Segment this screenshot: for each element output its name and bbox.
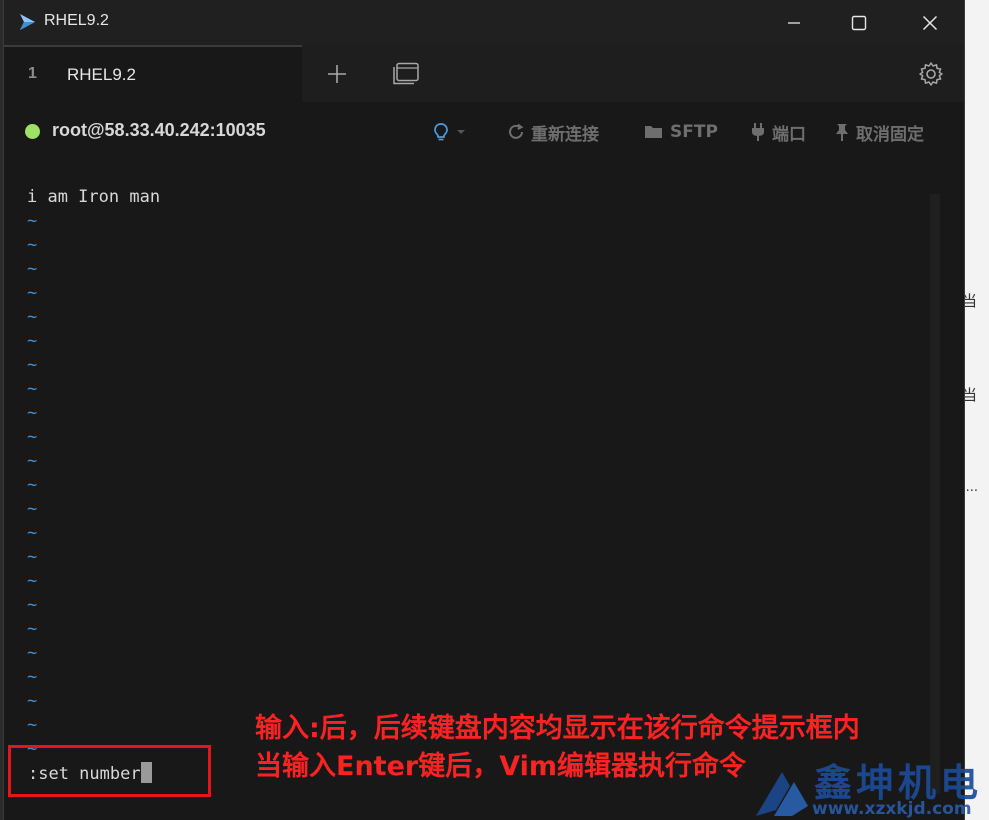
empty-line-tilde: ~ xyxy=(27,403,38,423)
tab-index: 1 xyxy=(28,65,37,82)
terminal-window: RHEL9.2 1 RHEL9.2 root@58.33.40.242:1003… xyxy=(3,0,965,820)
sftp-label: SFTP xyxy=(670,122,718,142)
unpin-button[interactable]: 取消固定 xyxy=(834,120,924,145)
maximize-icon xyxy=(851,15,867,31)
windows-button[interactable] xyxy=(391,59,421,89)
empty-line-tilde: ~ xyxy=(27,715,38,735)
app-logo-icon xyxy=(20,14,35,30)
empty-line-tilde: ~ xyxy=(27,547,38,567)
close-icon xyxy=(922,15,938,31)
plus-icon xyxy=(328,65,346,83)
maximize-button[interactable] xyxy=(844,8,874,38)
watermark: 鑫坤机电 www.xzxkjd.com xyxy=(752,750,989,820)
port-button[interactable]: 端口 xyxy=(750,120,806,145)
file-content-line: i am Iron man xyxy=(27,187,161,207)
port-label: 端口 xyxy=(772,124,806,145)
empty-line-tilde: ~ xyxy=(27,451,38,471)
empty-line-tilde: ~ xyxy=(27,427,38,447)
unpin-label: 取消固定 xyxy=(856,124,924,145)
tips-button[interactable] xyxy=(432,120,466,144)
windows-icon xyxy=(393,62,419,85)
connection-bar: root@58.33.40.242:10035 重新连接 SFTP 端口 取消固… xyxy=(4,102,964,162)
reconnect-button[interactable]: 重新连接 xyxy=(507,120,599,145)
empty-line-tilde: ~ xyxy=(27,307,38,327)
lightbulb-icon xyxy=(434,123,448,141)
tab-label: RHEL9.2 xyxy=(67,65,136,84)
empty-line-tilde: ~ xyxy=(27,379,38,399)
empty-line-tilde: ~ xyxy=(27,283,38,303)
watermark-logo xyxy=(756,772,808,816)
title-bar[interactable]: RHEL9.2 xyxy=(4,0,964,45)
close-button[interactable] xyxy=(915,8,945,38)
empty-line-tilde: ~ xyxy=(27,331,38,351)
empty-line-tilde: ~ xyxy=(27,259,38,279)
host-address: root@58.33.40.242:10035 xyxy=(52,120,266,140)
empty-line-tilde: ~ xyxy=(27,619,38,639)
empty-line-tilde: ~ xyxy=(27,211,38,231)
terminal-scrollbar[interactable] xyxy=(930,194,940,794)
minimize-icon xyxy=(788,22,800,24)
gear-icon xyxy=(919,62,943,86)
pin-icon xyxy=(836,124,848,141)
desktop-background xyxy=(964,0,989,820)
empty-line-tilde: ~ xyxy=(27,667,38,687)
new-tab-button[interactable] xyxy=(322,59,352,89)
reconnect-label: 重新连接 xyxy=(531,124,599,145)
settings-button[interactable] xyxy=(916,59,946,89)
empty-line-tilde: ~ xyxy=(27,235,38,255)
plug-icon xyxy=(752,123,764,141)
tab-bar: 1 RHEL9.2 xyxy=(4,45,964,102)
tab-rhel[interactable]: 1 RHEL9.2 xyxy=(4,45,302,102)
empty-line-tilde: ~ xyxy=(27,595,38,615)
annotation-line-2: 当输入Enter键后，Vim编辑器执行命令 xyxy=(255,751,747,782)
empty-line-tilde: ~ xyxy=(27,475,38,495)
empty-line-tilde: ~ xyxy=(27,523,38,543)
window-title: RHEL9.2 xyxy=(44,12,109,29)
annotation-line-1: 输入:后，后续键盘内容均显示在该行命令提示框内 xyxy=(255,713,860,744)
minimize-button[interactable] xyxy=(779,8,809,38)
empty-line-tilde: ~ xyxy=(27,643,38,663)
chevron-down-icon xyxy=(457,130,465,134)
refresh-icon xyxy=(509,123,524,139)
connection-status-dot xyxy=(25,124,40,139)
empty-line-tilde: ~ xyxy=(27,571,38,591)
empty-line-tilde: ~ xyxy=(27,355,38,375)
watermark-url: www.xzxkjd.com xyxy=(812,799,972,819)
empty-line-tilde: ~ xyxy=(27,499,38,519)
folder-icon xyxy=(645,126,662,138)
highlight-box xyxy=(8,745,211,797)
empty-line-tilde: ~ xyxy=(27,691,38,711)
sftp-button[interactable]: SFTP xyxy=(644,120,718,144)
